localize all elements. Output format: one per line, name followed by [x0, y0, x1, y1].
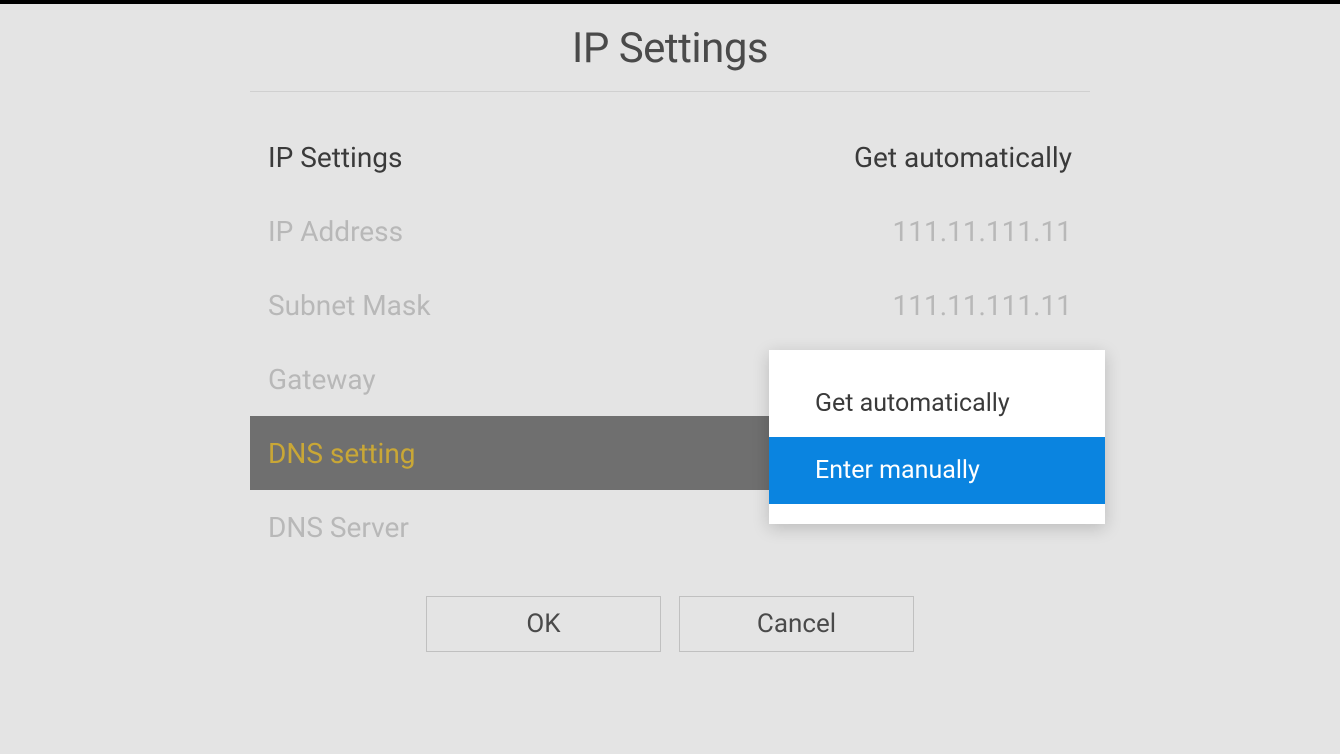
popup-option-auto[interactable]: Get automatically [769, 370, 1105, 437]
cancel-button[interactable]: Cancel [679, 596, 914, 652]
dns-setting-popup: Get automatically Enter manually [769, 350, 1105, 524]
row-subnet-mask-label: Subnet Mask [268, 289, 431, 322]
dialog-buttons: OK Cancel [250, 596, 1090, 652]
settings-container: IP Settings IP Settings Get automaticall… [250, 0, 1090, 652]
row-ip-address-label: IP Address [268, 215, 403, 248]
row-subnet-mask-value: 111.11.111.11 [892, 289, 1072, 322]
row-ip-settings[interactable]: IP Settings Get automatically [250, 120, 1090, 194]
ok-button[interactable]: OK [426, 596, 661, 652]
page-title: IP Settings [250, 24, 1090, 92]
row-ip-settings-label: IP Settings [268, 141, 402, 174]
row-ip-address-value: 111.11.111.11 [892, 215, 1072, 248]
row-subnet-mask[interactable]: Subnet Mask 111.11.111.11 [250, 268, 1090, 342]
row-dns-setting-label: DNS setting [268, 437, 416, 470]
row-ip-settings-value: Get automatically [854, 141, 1072, 174]
row-ip-address[interactable]: IP Address 111.11.111.11 [250, 194, 1090, 268]
popup-option-manual[interactable]: Enter manually [769, 437, 1105, 504]
top-black-bar [0, 0, 1340, 4]
row-gateway-label: Gateway [268, 363, 376, 396]
row-dns-server-label: DNS Server [268, 511, 409, 544]
